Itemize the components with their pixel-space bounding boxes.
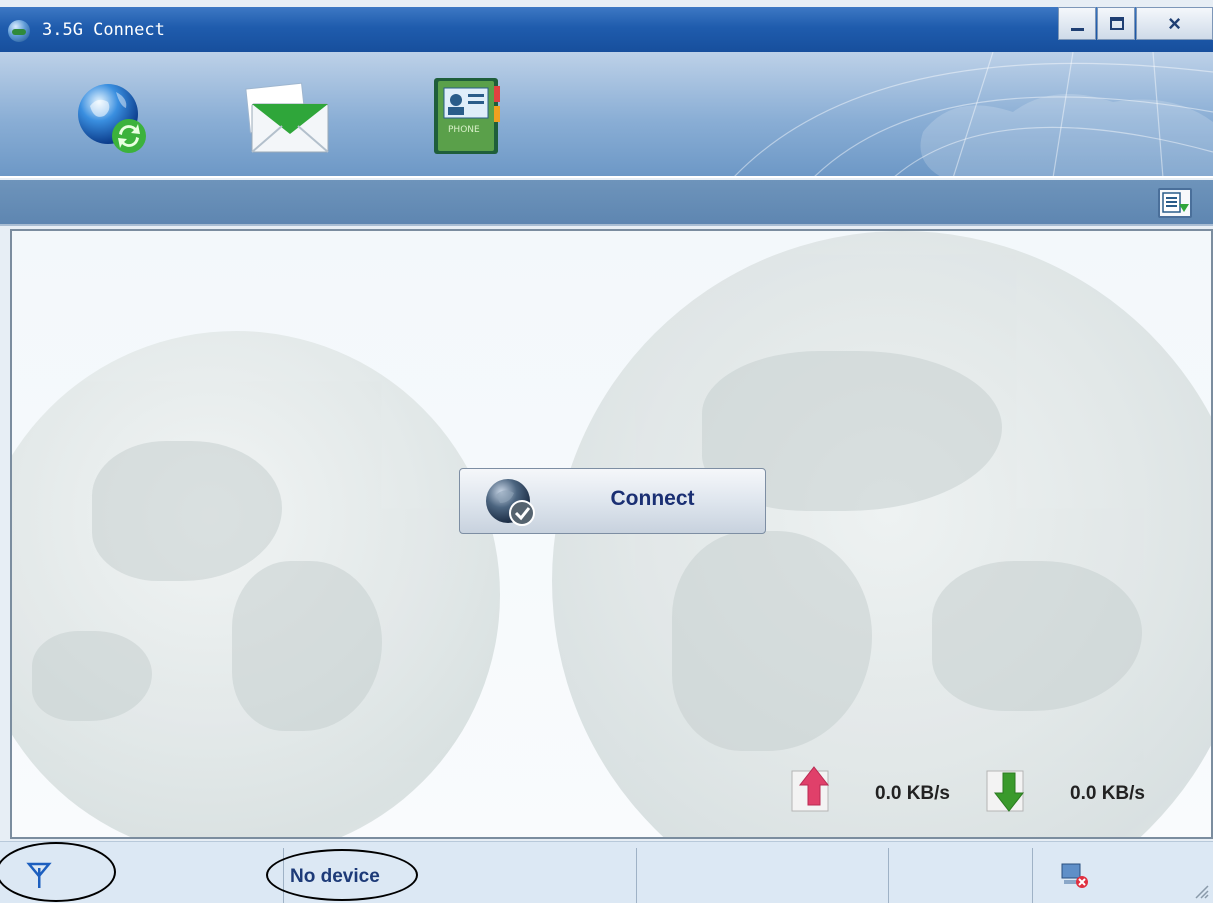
status-separator [888,848,889,903]
sms-button[interactable] [240,76,329,160]
menu-button[interactable] [1158,188,1192,218]
svg-text:PHONE: PHONE [448,125,480,135]
window-title: 3.5G Connect [42,20,165,40]
globe-left-decoration [12,331,500,837]
envelope-icon [245,82,329,153]
main-toolbar: PHONE [0,52,1213,178]
annotation-ellipse-status [266,849,418,901]
close-button[interactable]: × [1136,7,1213,40]
download-arrow-icon [986,770,1025,812]
world-map-decoration [734,52,1213,176]
minimize-button[interactable] [1058,7,1096,40]
download-speed: 0.0 KB/s [1070,783,1145,804]
connect-label: Connect [610,487,695,510]
globe-right-decoration [552,231,1211,837]
device-disconnected-icon [1061,863,1088,888]
status-bar: No device [0,841,1213,903]
maximize-button[interactable] [1097,7,1135,40]
status-separator [1032,848,1033,903]
upload-speed: 0.0 KB/s [875,783,950,804]
connect-button[interactable]: Connect [459,468,766,534]
upload-arrow-icon [791,766,830,812]
annotation-ellipse-signal [0,842,116,902]
maximize-icon [1110,17,1124,30]
main-panel: Connect 0.0 KB/s 0.0 KB/s [10,229,1213,839]
app-globe-icon [8,20,30,42]
status-separator [636,848,637,903]
phonebook-icon: PHONE [434,78,500,154]
close-icon: × [1168,11,1181,36]
menu-list-icon [1162,192,1189,213]
title-bar[interactable]: 3.5G Connect × [0,7,1213,52]
minimize-icon [1071,28,1084,31]
globe-refresh-icon [78,84,146,153]
globe-check-icon [486,479,535,526]
sub-toolbar [0,180,1213,226]
app-window: 3.5G Connect × PHONE Connect 0.0 KB/s 0.… [0,0,1213,903]
resize-grip-icon[interactable] [1193,883,1209,899]
internet-button[interactable] [72,76,152,160]
phonebook-button[interactable]: PHONE [422,76,502,160]
